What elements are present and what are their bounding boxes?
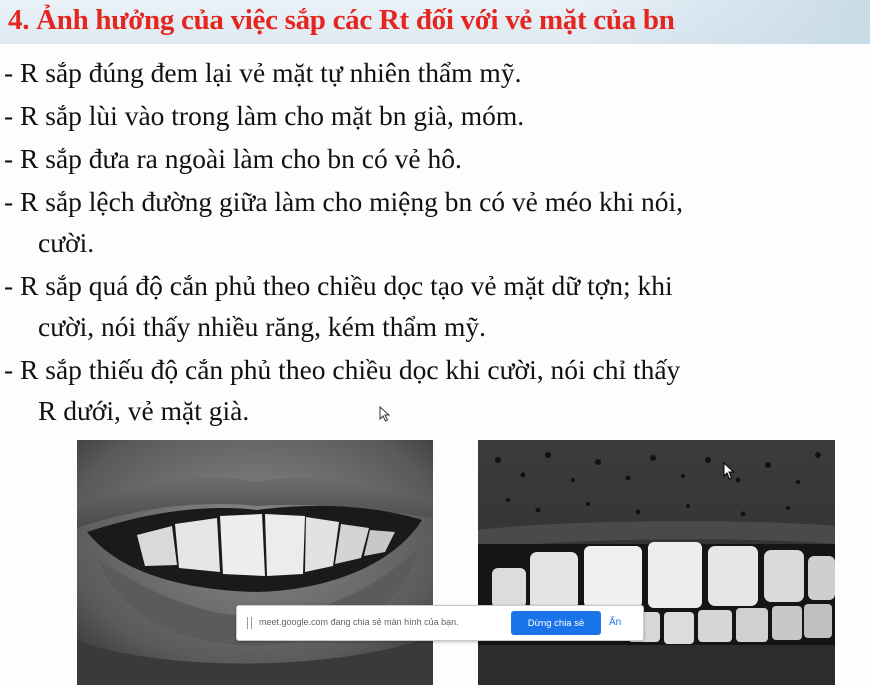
mouse-pointer-icon [723,462,735,480]
bullet-line: - R sắp thiếu độ cắn phủ theo chiều dọc … [4,354,681,385]
bullet-list: - R sắp đúng đem lại vẻ mặt tự nhiên thẩ… [4,52,864,431]
bullet-item: - R sắp lệch đường giữa làm cho miệng bn… [4,181,864,263]
share-message: meet.google.com đang chia sẻ màn hình củ… [259,617,459,627]
bullet-item: - R sắp lùi vào trong làm cho mặt bn già… [4,95,864,136]
bullet-item: - R sắp đúng đem lại vẻ mặt tự nhiên thẩ… [4,52,864,93]
bullet-item: - R sắp quá độ cắn phủ theo chiều dọc tạ… [4,265,864,347]
hide-link[interactable]: Ẩn [609,617,621,628]
bullet-line-continued: R dưới, vẻ mặt già. [38,395,250,426]
bullet-line: - R sắp lệch đường giữa làm cho miệng bn… [4,186,684,217]
presentation-slide: 4. Ảnh hưởng của việc sắp các Rt đối với… [0,0,870,685]
bullet-line: - R sắp lùi vào trong làm cho mặt bn già… [4,100,525,131]
bullet-line: - R sắp đưa ra ngoài làm cho bn có vẻ hô… [4,143,462,174]
bullet-line: - R sắp quá độ cắn phủ theo chiều dọc tạ… [4,270,673,301]
bullet-item: - R sắp đưa ra ngoài làm cho bn có vẻ hô… [4,138,864,179]
screen-share-notification-bar: meet.google.com đang chia sẻ màn hình củ… [236,605,644,641]
stop-sharing-button[interactable]: Dừng chia sẻ [511,611,601,635]
bullet-item: - R sắp thiếu độ cắn phủ theo chiều dọc … [4,349,864,431]
bullet-line: - R sắp đúng đem lại vẻ mặt tự nhiên thẩ… [4,57,522,88]
drag-handle-icon[interactable] [247,617,252,629]
bullet-line-continued: cười. [38,227,95,258]
slide-title: 4. Ảnh hưởng của việc sắp các Rt đối với… [8,4,675,36]
bullet-line-continued: cười, nói thấy nhiều răng, kém thẩm mỹ. [38,311,486,342]
teeth-photo-right [478,440,835,685]
mouse-pointer-icon [379,406,391,422]
smile-photo-left [77,440,433,685]
